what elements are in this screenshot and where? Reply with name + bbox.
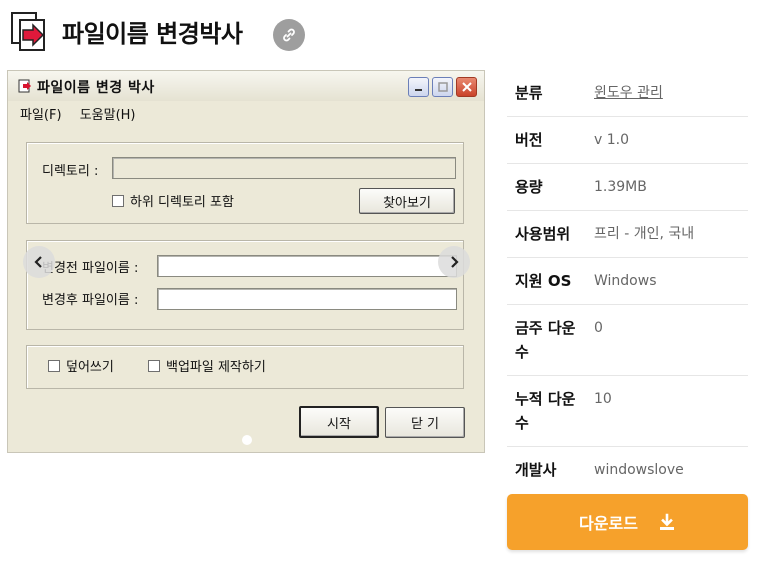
info-value: 프리 - 개인, 국내 <box>594 226 695 242</box>
window-app-icon <box>18 79 31 93</box>
info-key: 개발사 <box>515 461 557 479</box>
minimize-button[interactable] <box>408 77 429 97</box>
overwrite-checkbox[interactable] <box>48 360 60 372</box>
info-key: 누적 다운수 <box>515 390 576 432</box>
subdir-checkbox-label: 하위 디렉토리 포함 <box>130 195 234 210</box>
info-row-total-downloads: 누적 다운수 10 <box>507 376 748 447</box>
filename-group <box>26 240 464 330</box>
carousel-prev-button[interactable] <box>23 246 55 278</box>
screenshot-carousel[interactable]: 파일이름 변경 박사 파일(F) 도움말(H) 디렉토리 : 하위 디렉토리 포… <box>7 70 485 453</box>
window-close-button[interactable] <box>456 77 477 97</box>
overwrite-label: 덮어쓰기 <box>66 360 114 375</box>
info-key: 버전 <box>515 131 543 149</box>
after-filename-field[interactable] <box>157 288 457 310</box>
maximize-button[interactable] <box>432 77 453 97</box>
download-icon <box>659 513 674 530</box>
close-button[interactable]: 닫 기 <box>385 407 465 438</box>
subdir-checkbox[interactable] <box>112 195 124 207</box>
page-title: 파일이름 변경박사 <box>62 20 243 48</box>
carousel-next-button[interactable] <box>438 246 470 278</box>
info-value: v 1.0 <box>594 132 629 148</box>
info-key: 금주 다운수 <box>515 319 576 361</box>
window-titlebar: 파일이름 변경 박사 <box>8 71 484 101</box>
info-value: 0 <box>594 320 603 336</box>
info-key: 용량 <box>515 178 543 196</box>
close-icon <box>461 82 472 92</box>
before-filename-field[interactable] <box>157 255 457 277</box>
maximize-icon <box>437 82 448 92</box>
info-row-category: 분류 윈도우 관리 <box>507 70 748 117</box>
info-row-weekly-downloads: 금주 다운수 0 <box>507 305 748 376</box>
info-key: 지원 OS <box>515 272 572 290</box>
info-value: 1.39MB <box>594 179 647 195</box>
after-filename-label: 변경후 파일이름 : <box>42 293 139 308</box>
download-label: 다운로드 <box>579 514 638 533</box>
info-row-license: 사용범위 프리 - 개인, 국내 <box>507 211 748 258</box>
menu-file[interactable]: 파일(F) <box>20 108 62 123</box>
document-arrow-icon <box>11 12 45 51</box>
minimize-icon <box>414 89 422 91</box>
chevron-left-icon <box>34 256 42 268</box>
copy-link-button[interactable] <box>273 19 305 51</box>
info-row-version: 버전 v 1.0 <box>507 117 748 164</box>
start-button[interactable]: 시작 <box>299 406 379 438</box>
info-key: 분류 <box>515 84 543 102</box>
info-value: 10 <box>594 391 612 407</box>
info-value: Windows <box>594 273 657 289</box>
carousel-dot[interactable] <box>242 435 252 445</box>
chevron-right-icon <box>451 256 459 268</box>
backup-label: 백업파일 제작하기 <box>166 360 266 375</box>
directory-field[interactable] <box>112 157 456 179</box>
browse-button[interactable]: 찾아보기 <box>359 188 455 214</box>
before-filename-label: 변경전 파일이름 : <box>42 261 139 276</box>
menu-bar: 파일(F) 도움말(H) <box>20 104 150 123</box>
info-key: 사용범위 <box>515 225 571 243</box>
link-icon <box>283 28 295 42</box>
info-row-developer: 개발사 windowslove <box>507 447 748 494</box>
info-value: windowslove <box>594 462 684 478</box>
info-row-os: 지원 OS Windows <box>507 258 748 305</box>
backup-checkbox[interactable] <box>148 360 160 372</box>
info-row-size: 용량 1.39MB <box>507 164 748 211</box>
menu-help[interactable]: 도움말(H) <box>80 108 136 123</box>
category-link[interactable]: 윈도우 관리 <box>594 81 663 105</box>
window-title: 파일이름 변경 박사 <box>37 80 155 96</box>
directory-label: 디렉토리 : <box>42 164 99 179</box>
download-button[interactable]: 다운로드 <box>507 494 748 550</box>
